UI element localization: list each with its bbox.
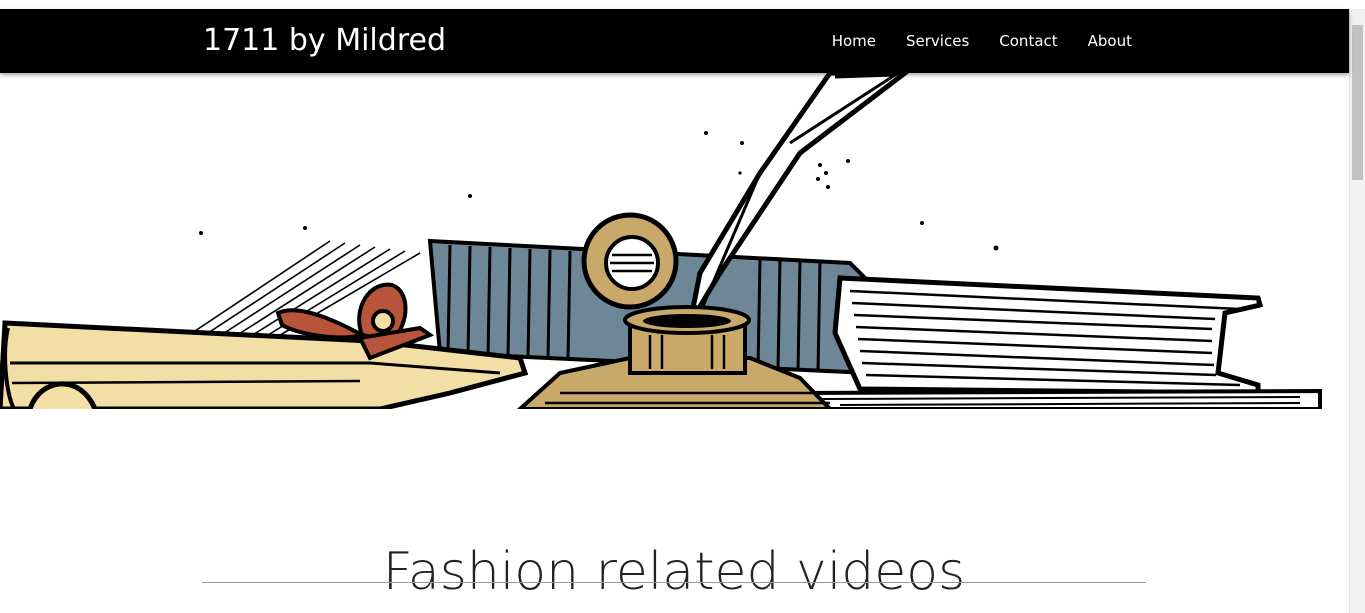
scrollbar-thumb[interactable]: [1352, 25, 1363, 180]
top-strip: [0, 0, 1349, 9]
nav-link-contact[interactable]: Contact: [999, 30, 1057, 52]
title-divider: [202, 582, 1146, 583]
navbar: 1711 by Mildred Home Services Contact Ab…: [0, 9, 1349, 73]
hero-banner: [0, 73, 1349, 409]
page: 1711 by Mildred Home Services Contact Ab…: [0, 0, 1365, 613]
hero-illustration: [0, 73, 1322, 409]
nav-link-home[interactable]: Home: [832, 30, 876, 52]
nav-link-about[interactable]: About: [1088, 30, 1132, 52]
nav-links: Home Services Contact About: [802, 30, 1132, 52]
white-book: [787, 275, 1322, 409]
nav-link-services[interactable]: Services: [906, 30, 969, 52]
site-brand[interactable]: 1711 by Mildred: [203, 22, 446, 60]
section-title: Fashion related videos: [382, 541, 966, 602]
page-scrollbar[interactable]: [1349, 9, 1365, 613]
